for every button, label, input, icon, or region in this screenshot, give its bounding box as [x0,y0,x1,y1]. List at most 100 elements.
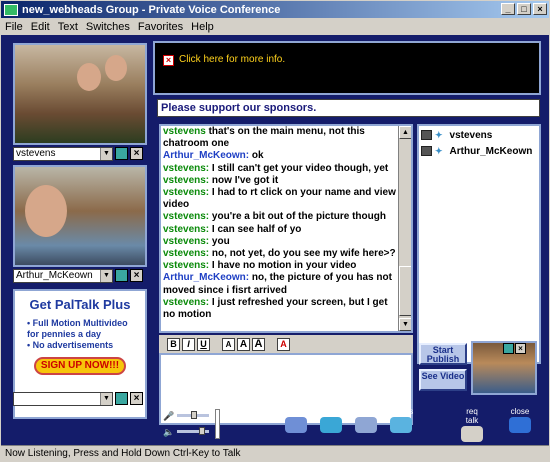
volume-controls: 🎤 🔈 [161,409,221,441]
chat-author: vstevens [163,126,206,137]
self-cam-resize-button[interactable] [503,343,514,354]
cam3-name-select[interactable]: ▼ [13,391,113,406]
chat-line: vstevens: I can see half of yo [161,224,411,236]
self-cam-controls: × [503,343,526,354]
request-talk-button[interactable]: req talk [459,407,485,442]
bold-button[interactable]: B [167,337,180,351]
italic-button[interactable]: I [182,337,195,351]
person-face [25,185,67,237]
cam2-controls: Arthur_McKeown ▼ × [13,268,143,283]
cam1-close-button[interactable]: × [130,147,143,160]
chevron-down-icon: ▼ [100,269,112,282]
chat-message: moved since i fisrt arrived [163,284,287,296]
self-cam-close-button[interactable]: × [515,343,526,354]
menu-text[interactable]: Text [54,21,82,33]
send-icon [285,417,307,433]
chat-author: vstevens: [163,223,210,235]
font-small-button[interactable]: A [222,337,235,351]
info-banner[interactable]: × Click here for more info. [153,41,541,95]
chat-message: you [211,235,230,247]
cam1-resize-button[interactable] [115,147,128,160]
chat-message: you're a bit out of the picture though [211,211,386,223]
menu-file[interactable]: File [1,21,27,33]
chat-line: vstevens: you [161,236,411,248]
user-list: ✦ vstevens ✦ Arthur_McKeown [417,124,541,364]
star-icon: ✦ [435,145,443,156]
chat-line: vstevens: I had to rt click on your name… [161,187,411,199]
font-medium-button[interactable]: A [237,337,250,351]
cam2-resize-button[interactable] [115,269,128,282]
close-window-button[interactable]: × [533,3,547,15]
invite-button[interactable]: invite [353,407,379,433]
camera-icon [421,130,432,140]
close-icon[interactable]: × [163,55,174,66]
cam3-close-button[interactable]: × [130,392,143,405]
speaker-volume-knob[interactable] [199,427,205,435]
chat-message: no motion [163,309,212,321]
chat-message: chatroom one [163,138,230,150]
title-bar: new_webheads Group - Private Voice Confe… [1,1,549,18]
menu-edit[interactable]: Edit [27,21,54,33]
ad-bullet: for pennies a day [27,329,102,339]
groups-button[interactable]: groups [387,407,415,433]
cam2-close-button[interactable]: × [130,269,143,282]
font-large-button[interactable]: A [252,337,265,351]
level-meter [215,409,220,439]
cam3-resize-button[interactable] [115,392,128,405]
scroll-down-icon[interactable]: ▼ [399,318,411,331]
mic-volume-knob[interactable] [191,411,197,419]
chat-message: I can see half of yo [211,223,302,235]
chat-line: vstevens: I have no motion in your video [161,260,411,272]
see-video-button[interactable]: See Video [419,369,467,391]
close-room-button[interactable]: close [507,407,533,433]
start-publish-button[interactable]: Start Publish [419,343,467,365]
sponsor-bar[interactable]: Please support our sponsors. [157,99,540,117]
chat-line: vstevens: no, not yet, do you see my wif… [161,248,411,260]
menu-bar: File Edit Text Switches Favorites Help [1,18,549,35]
private-button[interactable]: private [317,407,345,433]
info-link[interactable]: Click here for more info. [179,54,285,65]
list-item[interactable]: ✦ Arthur_McKeown [419,144,539,158]
ad-bullet: • No advertisements [27,340,114,350]
scroll-thumb[interactable] [399,266,411,316]
chat-author: vstevens: [163,235,210,247]
cam1-name-select[interactable]: vstevens ▼ [13,146,113,161]
app-icon [4,3,18,16]
video-feed-vstevens[interactable] [13,43,147,145]
cam2-name-select[interactable]: Arthur_McKeown ▼ [13,268,113,283]
app-window: new_webheads Group - Private Voice Confe… [0,0,550,462]
main-area: vstevens ▼ × Arthur_McKeown ▼ × Get PalT… [1,35,549,445]
send-button[interactable]: send [283,407,309,433]
chat-author: vstevens: [163,174,210,186]
menu-help[interactable]: Help [187,21,218,33]
chat-line: vstevens: I just refreshed your screen, … [161,297,411,309]
chat-message: video [163,199,190,211]
list-item[interactable]: ✦ vstevens [419,128,539,142]
menu-switches[interactable]: Switches [82,21,134,33]
minimize-button[interactable]: _ [501,3,515,15]
close-room-icon [509,417,531,433]
chevron-down-icon: ▼ [100,392,112,405]
chat-line: Arthur_McKeown: no, the picture of you h… [161,272,411,284]
chat-message: I have no motion in your video [211,260,357,272]
chat-line: moved since i fisrt arrived [161,285,411,297]
chat-transcript[interactable]: vstevens that's on the main menu, not th… [159,124,413,333]
underline-button[interactable]: U [197,337,210,351]
scroll-up-icon[interactable]: ▲ [399,126,411,139]
cam1-controls: vstevens ▼ × [13,146,143,161]
signup-button[interactable]: SIGN UP NOW!!! [34,357,126,375]
video-feed-arthur[interactable] [13,165,147,267]
groups-icon [390,417,412,433]
chat-author: Arthur_McKeown: [163,272,250,284]
person-face [105,55,127,81]
chat-scrollbar[interactable]: ▲ ▼ [398,126,411,331]
chat-author: vstevens: [163,187,210,199]
chat-author: vstevens: [163,162,210,174]
menu-favorites[interactable]: Favorites [134,21,187,33]
chat-author: vstevens: [163,296,210,308]
ad-headline: Get PalTalk Plus [29,297,131,312]
cam3-controls: ▼ × [13,391,143,406]
maximize-button[interactable]: □ [517,3,531,15]
text-color-button[interactable]: A [277,337,290,351]
chat-line: video [161,199,411,211]
